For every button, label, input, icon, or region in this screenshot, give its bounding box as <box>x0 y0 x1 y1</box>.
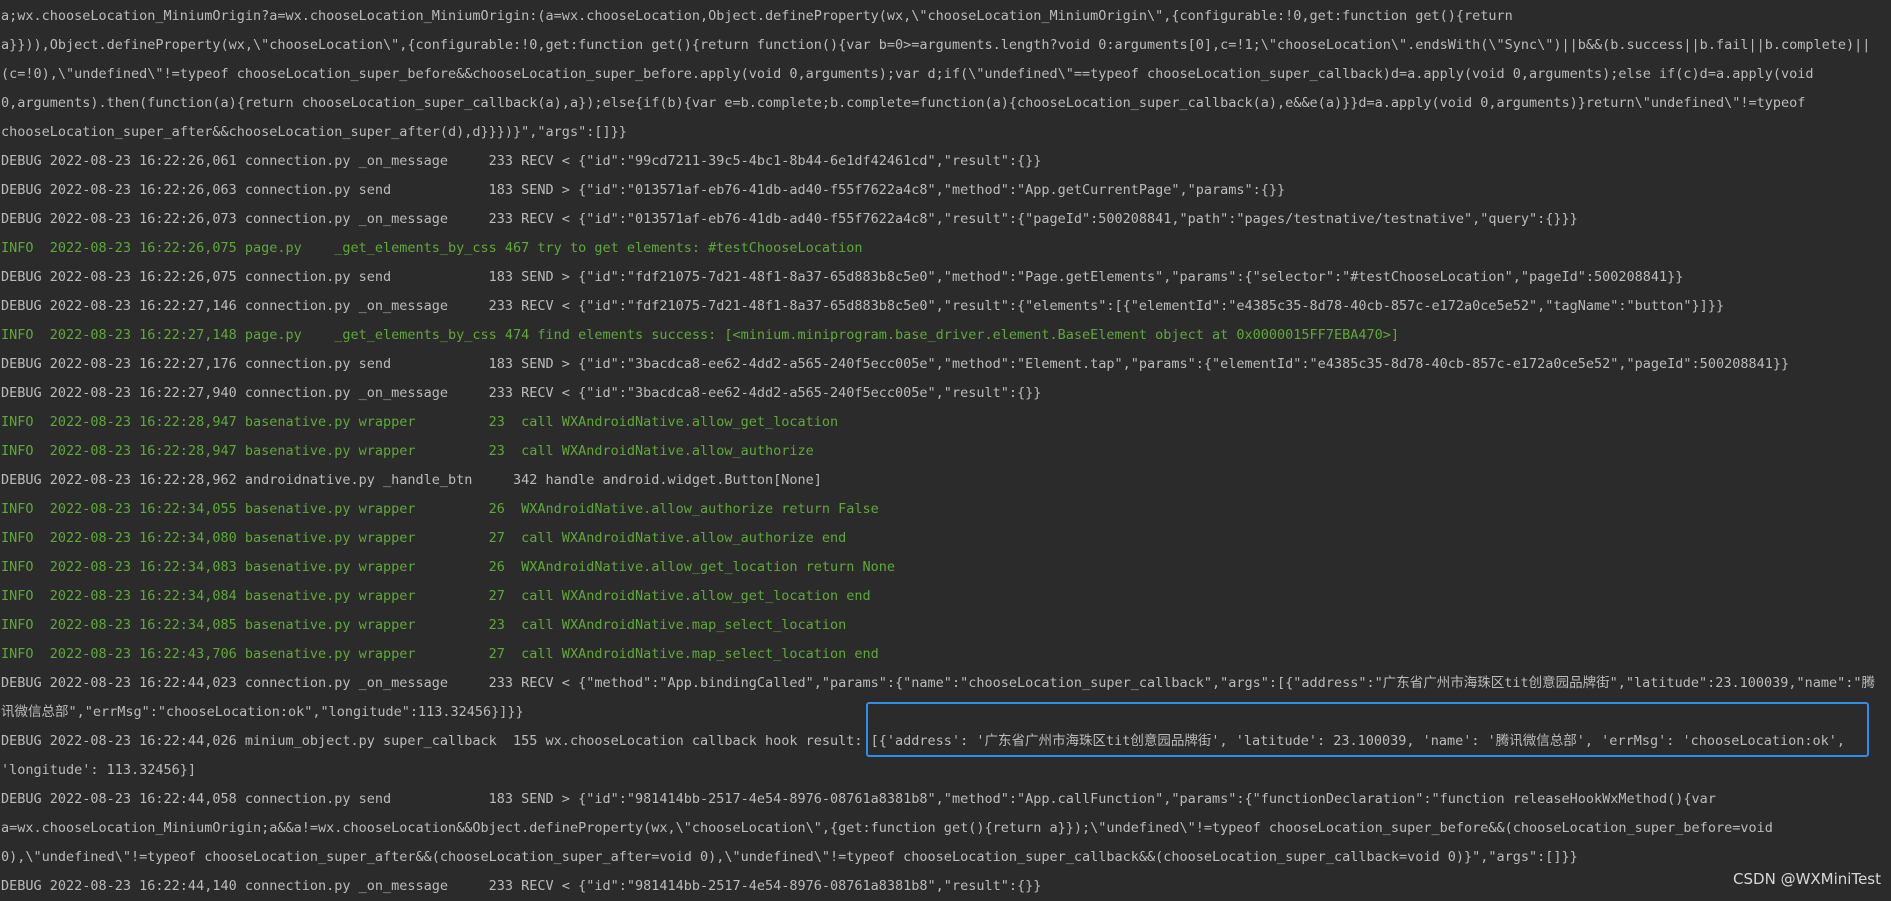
log-line: DEBUG 2022-08-23 16:22:26,075 connection… <box>1 269 1684 285</box>
log-line: INFO 2022-08-23 16:22:34,085 basenative.… <box>1 617 847 633</box>
log-line: INFO 2022-08-23 16:22:27,148 page.py _ge… <box>1 327 1399 343</box>
log-line: INFO 2022-08-23 16:22:28,947 basenative.… <box>1 443 814 459</box>
log-line: INFO 2022-08-23 16:22:34,055 basenative.… <box>1 501 879 517</box>
log-line: DEBUG 2022-08-23 16:22:27,940 connection… <box>1 385 1042 401</box>
log-line: DEBUG 2022-08-23 16:22:44,058 connection… <box>1 791 1716 807</box>
log-line: DEBUG 2022-08-23 16:22:28,962 androidnat… <box>1 472 822 488</box>
log-line: (c=!0),\"undefined\"!=typeof chooseLocat… <box>1 66 1814 82</box>
log-line: DEBUG 2022-08-23 16:22:44,026 minium_obj… <box>1 733 1846 749</box>
log-line: DEBUG 2022-08-23 16:22:27,146 connection… <box>1 298 1725 314</box>
log-line: chooseLocation_super_after&&chooseLocati… <box>1 124 627 140</box>
log-line: a=wx.chooseLocation_MiniumOrigin;a&&a!=w… <box>1 820 1773 836</box>
log-line: DEBUG 2022-08-23 16:22:44,140 connection… <box>1 878 1042 894</box>
log-line: DEBUG 2022-08-23 16:22:26,073 connection… <box>1 211 1578 227</box>
log-line: a;wx.chooseLocation_MiniumOrigin?a=wx.ch… <box>1 8 1513 24</box>
log-line: 'longitude': 113.32456}] <box>1 762 197 778</box>
log-line: DEBUG 2022-08-23 16:22:27,176 connection… <box>1 356 1790 372</box>
log-line: INFO 2022-08-23 16:22:43,706 basenative.… <box>1 646 879 662</box>
log-line: INFO 2022-08-23 16:22:34,080 basenative.… <box>1 530 847 546</box>
log-line: 0,arguments).then(function(a){return cho… <box>1 95 1806 111</box>
log-line: INFO 2022-08-23 16:22:28,947 basenative.… <box>1 414 839 430</box>
log-line: INFO 2022-08-23 16:22:34,084 basenative.… <box>1 588 871 604</box>
log-line: a}})),Object.defineProperty(wx,\"chooseL… <box>1 37 1871 53</box>
log-line: DEBUG 2022-08-23 16:22:26,061 connection… <box>1 153 1042 169</box>
log-line: DEBUG 2022-08-23 16:22:44,023 connection… <box>1 675 1876 691</box>
log-line: 0),\"undefined\"!=typeof chooseLocation_… <box>1 849 1578 865</box>
log-line: 讯微信总部","errMsg":"chooseLocation:ok","lon… <box>1 704 524 720</box>
log-line: INFO 2022-08-23 16:22:34,083 basenative.… <box>1 559 896 575</box>
log-console: a;wx.chooseLocation_MiniumOrigin?a=wx.ch… <box>0 0 1891 896</box>
watermark: CSDN @WXMiniTest <box>1733 870 1881 888</box>
log-line: INFO 2022-08-23 16:22:26,075 page.py _ge… <box>1 240 863 256</box>
log-line: DEBUG 2022-08-23 16:22:26,063 connection… <box>1 182 1286 198</box>
